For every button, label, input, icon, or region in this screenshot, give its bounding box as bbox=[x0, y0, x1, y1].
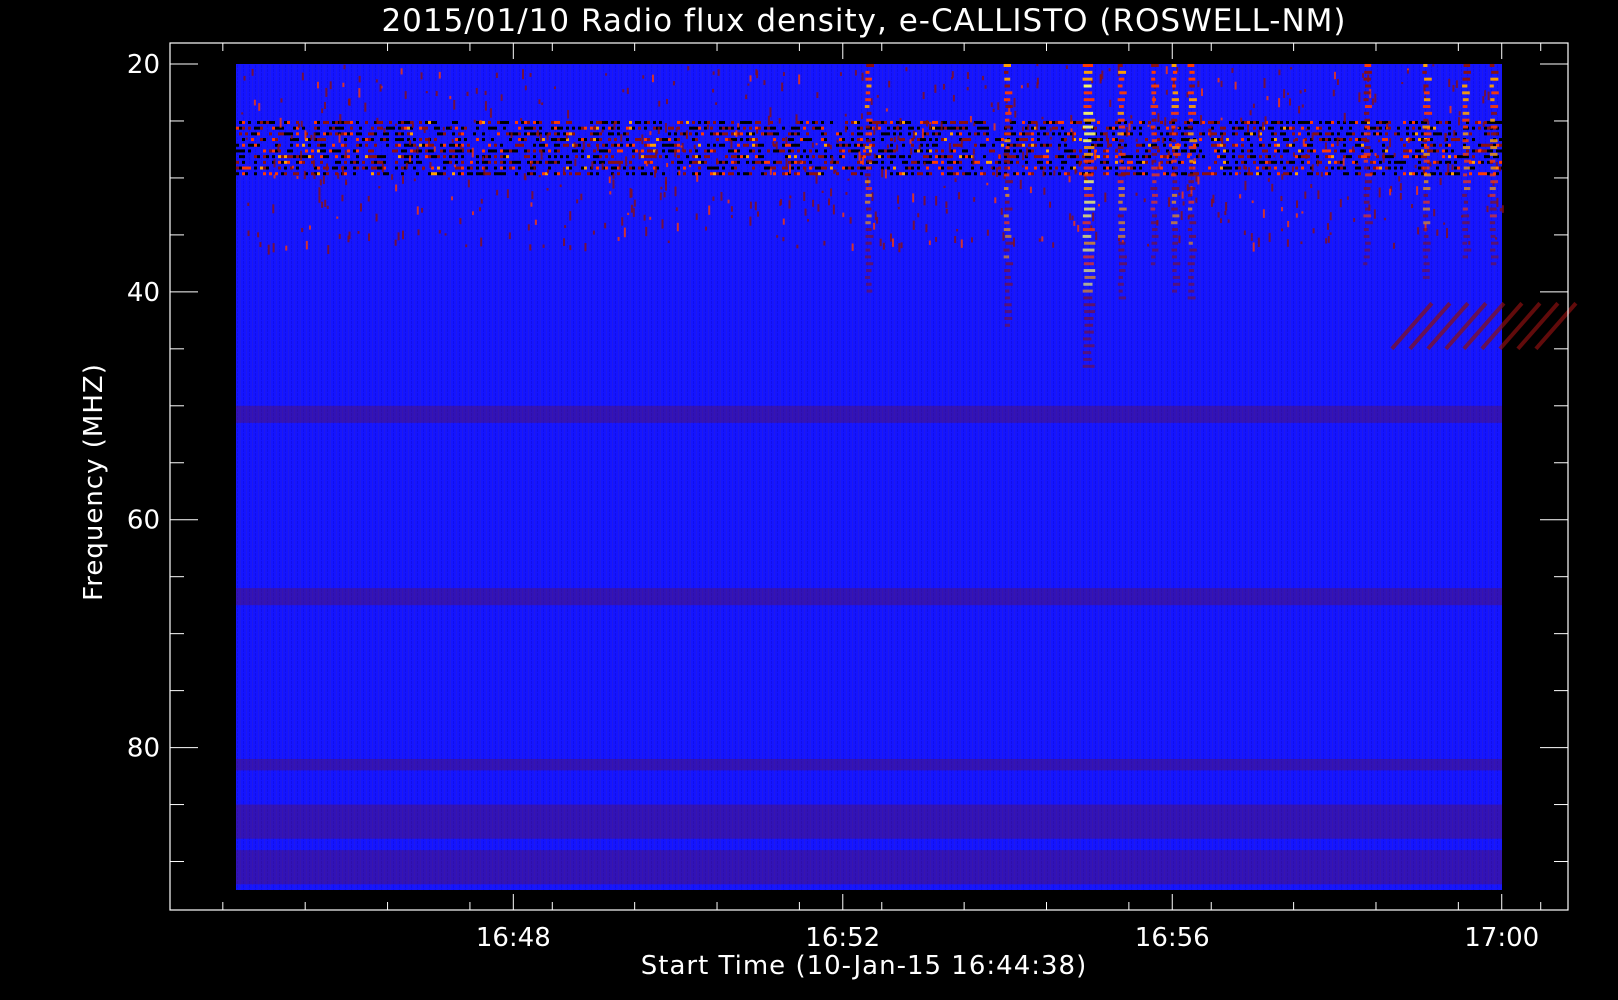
rfi-band bbox=[236, 758, 1502, 771]
spectrogram-image bbox=[236, 64, 1578, 890]
x-tick-label: 16:56 bbox=[1135, 923, 1210, 953]
spectrogram-chart: 2015/01/10 Radio flux density, e-CALLIST… bbox=[79, 3, 1578, 981]
y-axis-title: Frequency (MHZ) bbox=[79, 363, 109, 601]
y-tick-labels: 20 40 60 80 bbox=[127, 50, 160, 764]
x-axis-title: Start Time (10-Jan-15 16:44:38) bbox=[641, 951, 1087, 981]
y-tick-label: 20 bbox=[127, 50, 160, 80]
rfi-band bbox=[236, 804, 1502, 839]
y-tick-label: 80 bbox=[127, 734, 160, 764]
x-tick-label: 16:52 bbox=[805, 923, 880, 953]
chart-title: 2015/01/10 Radio flux density, e-CALLIST… bbox=[381, 3, 1346, 39]
x-tick-labels: 16:48 16:52 16:56 17:00 bbox=[476, 923, 1539, 953]
rfi-band bbox=[236, 850, 1502, 885]
y-tick-label: 40 bbox=[127, 278, 160, 308]
rfi-band bbox=[236, 405, 1502, 423]
x-tick-label: 16:48 bbox=[476, 923, 551, 953]
rfi-band bbox=[236, 588, 1502, 606]
y-tick-label: 60 bbox=[127, 506, 160, 536]
x-tick-label: 17:00 bbox=[1464, 923, 1539, 953]
